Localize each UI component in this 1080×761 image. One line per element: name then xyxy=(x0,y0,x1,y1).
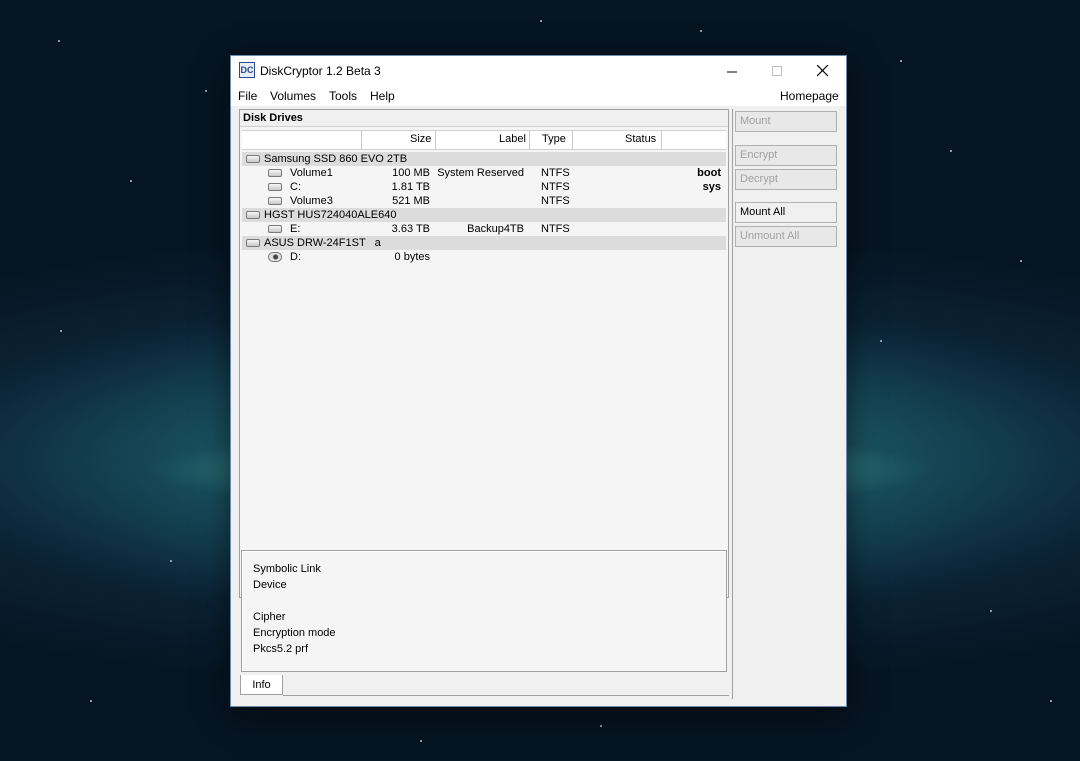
disk-drives-caption: Disk Drives xyxy=(243,112,303,124)
volume-row[interactable]: E: 3.63 TB Backup4TB NTFS xyxy=(242,222,726,236)
volume-name: E: xyxy=(290,223,301,235)
star xyxy=(58,40,60,42)
drive-row[interactable]: Samsung SSD 860 EVO 2TB xyxy=(242,152,726,166)
star xyxy=(950,150,952,152)
drive-name: HGST HUS724040ALE640 xyxy=(264,209,397,221)
menu-volumes[interactable]: Volumes xyxy=(270,89,316,103)
column-type[interactable]: Type xyxy=(542,133,566,145)
info-encryption-mode: Encryption mode xyxy=(253,627,336,639)
window-title: DiskCryptor 1.2 Beta 3 xyxy=(260,64,381,78)
volume-size: 0 bytes xyxy=(394,251,430,263)
hard-disk-icon xyxy=(246,211,260,219)
column-divider xyxy=(661,131,662,149)
menu-tools[interactable]: Tools xyxy=(329,89,357,103)
volume-name: D: xyxy=(290,251,301,263)
star xyxy=(130,180,132,182)
star xyxy=(170,560,172,562)
volume-icon xyxy=(268,169,282,177)
star xyxy=(90,700,92,702)
volume-row[interactable]: C: 1.81 TB NTFS sys xyxy=(242,180,726,194)
volume-status: boot xyxy=(697,167,721,179)
info-prf: Pkcs5.2 prf xyxy=(253,643,309,655)
menu-file[interactable]: File xyxy=(238,89,257,103)
decrypt-button[interactable]: Decrypt xyxy=(735,169,837,190)
info-panel: Symbolic Link Device Cipher Encryption m… xyxy=(241,550,727,672)
volume-status: sys xyxy=(702,181,721,193)
column-divider xyxy=(572,131,573,149)
star xyxy=(60,330,62,332)
volume-row[interactable]: D: 0 bytes xyxy=(242,250,726,264)
minimize-icon xyxy=(726,71,737,72)
encrypt-button[interactable]: Encrypt xyxy=(735,145,837,166)
star xyxy=(700,30,702,32)
info-device: Device xyxy=(253,579,287,591)
volume-name: Volume1 xyxy=(290,167,333,179)
sidebar-divider xyxy=(732,109,733,699)
volume-name: Volume3 xyxy=(290,195,333,207)
volume-icon xyxy=(268,183,282,191)
volume-icon xyxy=(268,197,282,205)
column-divider xyxy=(435,131,436,149)
minimize-button[interactable] xyxy=(709,56,755,86)
close-button[interactable] xyxy=(800,56,846,86)
column-divider xyxy=(529,131,530,149)
drive-row[interactable]: HGST HUS724040ALE640 xyxy=(242,208,726,222)
column-header: Size Label Type Status xyxy=(242,130,726,150)
star xyxy=(990,610,992,612)
homepage-link[interactable]: Homepage xyxy=(780,89,839,103)
volume-label: Backup4TB xyxy=(467,223,524,235)
volume-row[interactable]: Volume1 100 MB System Reserved NTFS boot xyxy=(242,166,726,180)
volume-label: System Reserved xyxy=(437,167,524,179)
column-divider xyxy=(361,131,362,149)
hard-disk-icon xyxy=(246,155,260,163)
title-bar[interactable]: DC DiskCryptor 1.2 Beta 3 xyxy=(231,56,846,86)
star xyxy=(1020,260,1022,262)
star xyxy=(540,20,542,22)
volume-row[interactable]: Volume3 521 MB NTFS xyxy=(242,194,726,208)
info-symbolic-link: Symbolic Link xyxy=(253,563,321,575)
tab-info[interactable]: Info xyxy=(240,675,283,695)
maximize-icon xyxy=(771,65,782,76)
menu-bar: File Volumes Tools Help Homepage xyxy=(231,86,846,106)
volume-size: 100 MB xyxy=(392,167,430,179)
mount-all-button[interactable]: Mount All xyxy=(735,202,837,223)
volume-type: NTFS xyxy=(541,167,570,179)
star xyxy=(880,340,882,342)
menu-help[interactable]: Help xyxy=(370,89,395,103)
star xyxy=(205,90,207,92)
close-icon xyxy=(817,65,829,77)
volume-type: NTFS xyxy=(541,195,570,207)
drive-name: ASUS DRW-24F1ST a xyxy=(264,237,381,249)
volume-size: 1.81 TB xyxy=(391,181,430,193)
tab-divider xyxy=(283,695,729,696)
maximize-button[interactable] xyxy=(754,56,800,86)
cd-rom-icon xyxy=(268,252,282,262)
volume-icon xyxy=(268,225,282,233)
drive-name: Samsung SSD 860 EVO 2TB xyxy=(264,153,408,165)
panel-caption-bar xyxy=(240,110,728,127)
volume-size: 3.63 TB xyxy=(391,223,430,235)
column-label[interactable]: Label xyxy=(499,133,526,145)
diskcryptor-logo-icon: DC xyxy=(239,62,255,78)
mount-button[interactable]: Mount xyxy=(735,111,837,132)
volume-size: 521 MB xyxy=(392,195,430,207)
unmount-all-button[interactable]: Unmount All xyxy=(735,226,837,247)
star xyxy=(900,60,902,62)
star xyxy=(600,725,602,727)
optical-drive-icon xyxy=(246,239,260,247)
volume-type: NTFS xyxy=(541,223,570,235)
column-status[interactable]: Status xyxy=(625,133,656,145)
column-size[interactable]: Size xyxy=(410,133,431,145)
volume-type: NTFS xyxy=(541,181,570,193)
star xyxy=(420,740,422,742)
diskcryptor-window: DC DiskCryptor 1.2 Beta 3 File Volumes T… xyxy=(231,56,846,706)
volume-name: C: xyxy=(290,181,301,193)
star xyxy=(1050,700,1052,702)
disk-drives-panel: Disk Drives Size Label Type Status Samsu… xyxy=(239,109,729,598)
drive-row[interactable]: ASUS DRW-24F1ST a xyxy=(242,236,726,250)
info-cipher: Cipher xyxy=(253,611,286,623)
